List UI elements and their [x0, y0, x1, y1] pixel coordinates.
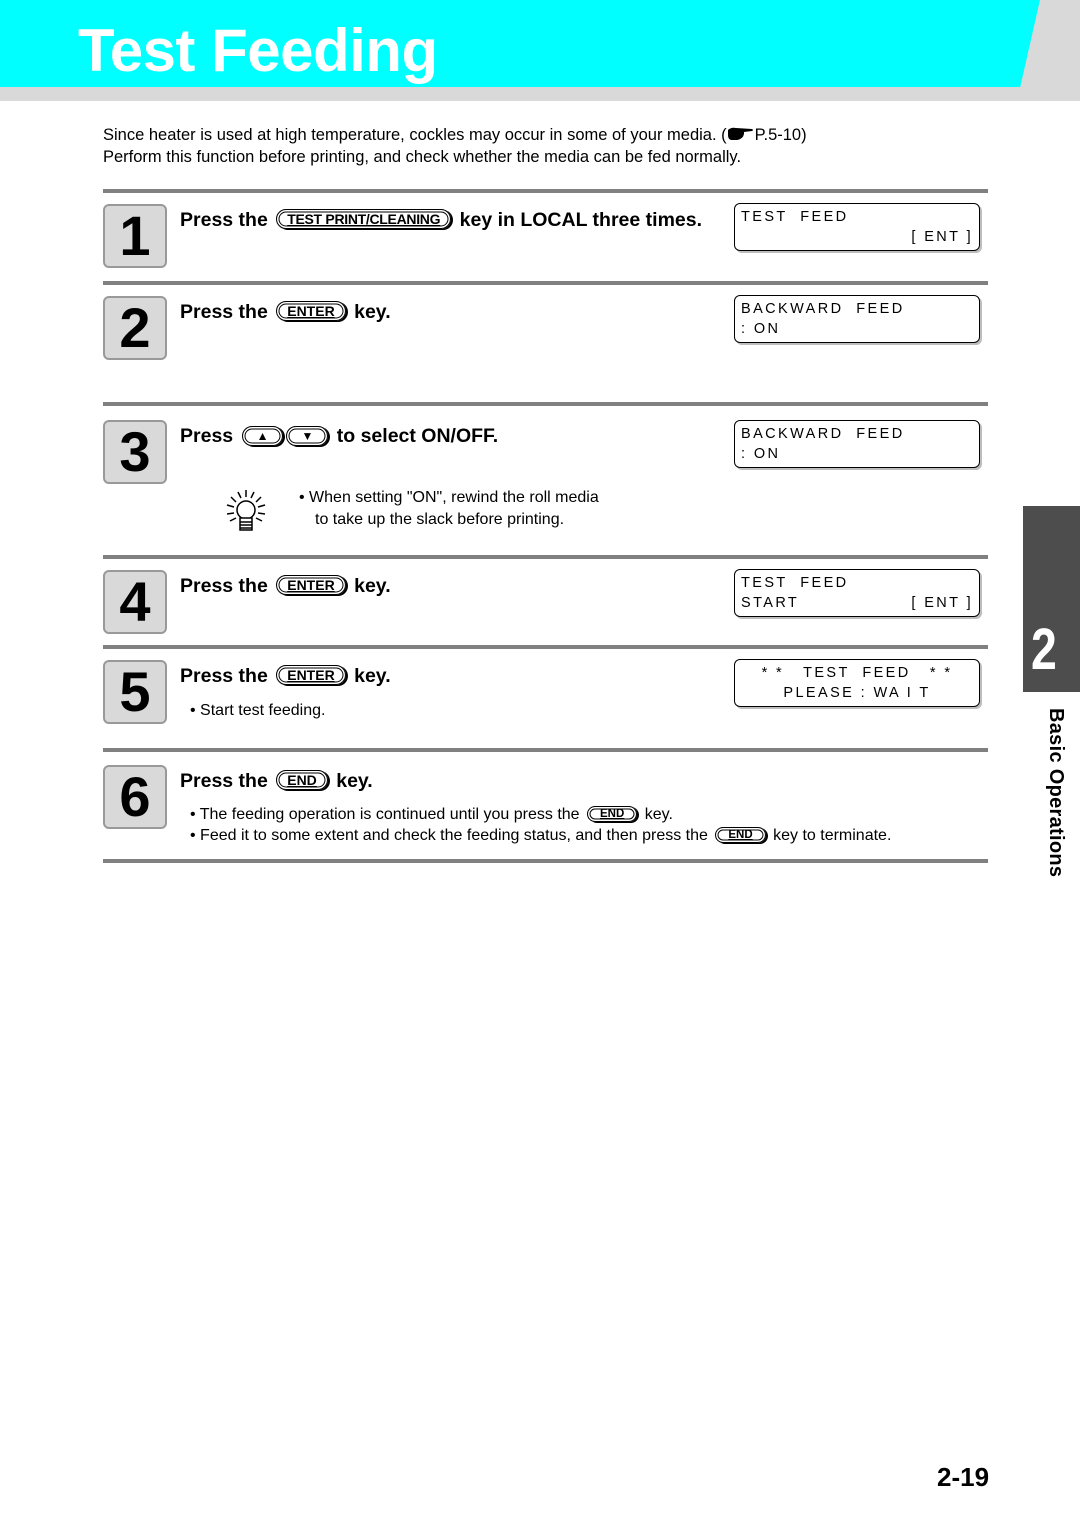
step-text: key. [336, 770, 373, 792]
lcd-display: TEST FEED [ ENT ] [734, 203, 980, 251]
bullet-text: key to terminate. [773, 827, 892, 844]
step-number-badge: 1 [103, 204, 167, 268]
end-key[interactable]: END [715, 827, 766, 843]
end-key[interactable]: END [276, 770, 328, 790]
lightbulb-icon [226, 490, 266, 531]
step-6-bullet-1: • The feeding operation is continued unt… [190, 804, 673, 825]
section-divider [103, 402, 988, 406]
step-text: key. [354, 665, 391, 687]
intro-line-1: Since heater is used at high temperature… [103, 124, 903, 146]
step-2-instruction: Press the ENTER key. [180, 299, 391, 325]
step-text: to select ON/OFF. [336, 425, 499, 447]
enter-key[interactable]: ENTER [276, 301, 346, 321]
note-line-1: • When setting "ON", rewind the roll med… [299, 489, 599, 506]
step-4-instruction: Press the ENTER key. [180, 573, 391, 599]
bullet-text: • Feed it to some extent and check the f… [190, 827, 708, 844]
lcd-line-2: [ ENT ] [911, 229, 973, 245]
intro-line-2: Perform this function before printing, a… [103, 148, 742, 166]
step-number-badge: 2 [103, 296, 167, 360]
intro-line-1-text: Since heater is used at high temperature… [103, 126, 727, 144]
page-reference-link[interactable]: P.5-10) [755, 126, 807, 144]
step-text: key. [354, 575, 391, 597]
enter-key[interactable]: ENTER [276, 665, 346, 685]
lcd-display: BACKWARD FEED : ON [734, 295, 980, 343]
step-1-instruction: Press the TEST PRINT/CLEANING key in LOC… [180, 207, 705, 233]
end-key[interactable]: END [587, 806, 638, 822]
chapter-number: 2 [1031, 617, 1057, 682]
bullet-text: key. [644, 806, 673, 823]
lcd-display: BACKWARD FEED : ON [734, 420, 980, 468]
section-divider [103, 859, 988, 863]
test-print-cleaning-key[interactable]: TEST PRINT/CLEANING [276, 209, 452, 229]
chapter-name: Basic Operations [1045, 708, 1067, 878]
lcd-line-2-right: [ ENT ] [911, 595, 973, 611]
lcd-display: TEST FEED START [ ENT ] [734, 569, 980, 617]
step-text: key. [354, 301, 391, 323]
lcd-line-2: : ON [741, 446, 781, 462]
step-text: key in LOCAL three times. [459, 209, 703, 231]
step-text: Press [180, 425, 234, 447]
step-5-bullet: • Start test feeding. [190, 702, 326, 719]
lcd-line-2: START [741, 595, 800, 611]
lcd-line-1: * * TEST FEED * * [761, 665, 953, 681]
lcd-line-1: TEST FEED [741, 575, 849, 591]
lcd-line-2: PLEASE : WA I T [783, 685, 931, 701]
step-number-badge: 4 [103, 570, 167, 634]
page-title: Test Feeding [78, 17, 438, 84]
note-line-2: to take up the slack before printing. [315, 511, 565, 528]
step-text: Press the [180, 209, 268, 231]
section-divider [103, 189, 988, 193]
lcd-display: * * TEST FEED * * PLEASE : WA I T [734, 659, 980, 707]
section-divider [103, 748, 988, 752]
lcd-line-1: BACKWARD FEED [741, 426, 905, 442]
section-divider [103, 281, 988, 285]
section-divider [103, 645, 988, 649]
step-5-instruction: Press the ENTER key. [180, 663, 391, 689]
step-6-bullet-2: • Feed it to some extent and check the f… [190, 825, 891, 846]
step-6-instruction: Press the END key. [180, 768, 373, 794]
step-number-badge: 6 [103, 765, 167, 829]
pointing-hand-icon [727, 127, 753, 140]
step-text: Press the [180, 665, 268, 687]
up-arrow-key[interactable]: ▲ [241, 426, 284, 446]
lcd-line-1: TEST FEED [741, 209, 849, 225]
bullet-text: • The feeding operation is continued unt… [190, 806, 580, 823]
step-text: Press the [180, 770, 268, 792]
page-number: 2-19 [937, 1462, 990, 1492]
down-arrow-key[interactable]: ▼ [286, 426, 329, 446]
lcd-line-2: : ON [741, 321, 781, 337]
intro-text: Since heater is used at high temperature… [103, 124, 903, 168]
section-divider [103, 555, 988, 559]
step-text: Press the [180, 301, 268, 323]
lcd-line-1: BACKWARD FEED [741, 301, 905, 317]
step-3-instruction: Press ▲ ▼ to select ON/OFF. [180, 423, 498, 449]
step-text: Press the [180, 575, 268, 597]
step-number-badge: 5 [103, 660, 167, 724]
step-number-badge: 3 [103, 420, 167, 484]
enter-key[interactable]: ENTER [276, 575, 346, 595]
